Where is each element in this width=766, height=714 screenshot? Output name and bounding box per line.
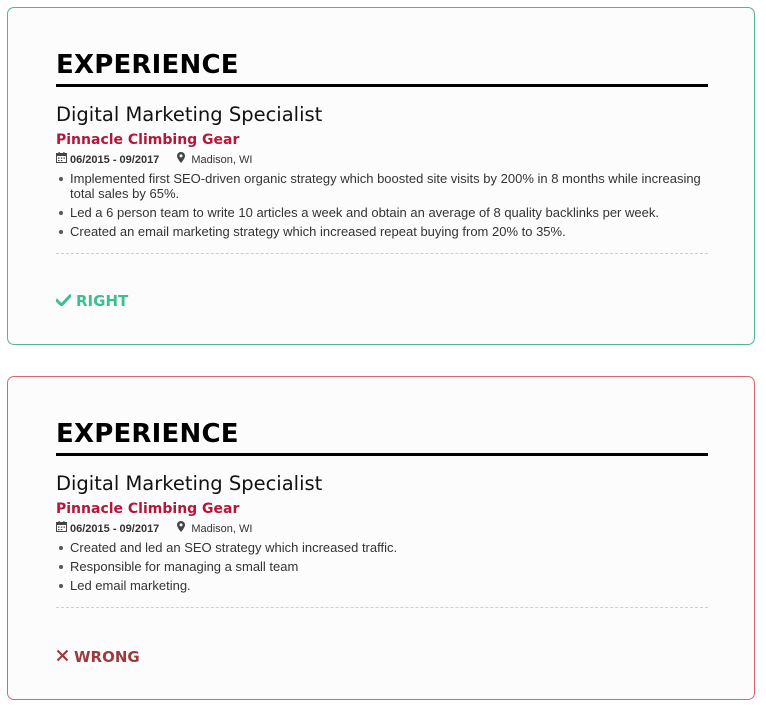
section-title: EXPERIENCE [56, 417, 708, 456]
x-icon [56, 648, 74, 666]
job-title: Digital Marketing Specialist [56, 103, 323, 126]
calendar-icon [56, 521, 67, 536]
section-title: EXPERIENCE [56, 48, 708, 87]
divider [56, 607, 708, 608]
job-dates: 06/2015 - 09/2017 [70, 153, 160, 166]
job-meta: 06/2015 - 09/2017 Madison, WI [56, 152, 708, 167]
map-pin-icon [177, 152, 186, 167]
verdict-right: RIGHT [54, 292, 129, 310]
company-name: Pinnacle Climbing Gear [56, 132, 240, 148]
job-location: Madison, WI [191, 153, 253, 166]
job-meta: 06/2015 - 09/2017 Madison, WI [56, 521, 708, 536]
job-dates: 06/2015 - 09/2017 [70, 522, 160, 535]
job-location: Madison, WI [191, 522, 253, 535]
experience-section: EXPERIENCE Digital Marketing Specialist … [56, 48, 708, 254]
achievement-list: Created and led an SEO strategy which in… [56, 540, 708, 593]
calendar-icon [56, 152, 67, 167]
achievement-list: Implemented first SEO-driven organic str… [56, 171, 708, 239]
verdict-wrong: WRONG [56, 648, 140, 666]
check-icon [54, 292, 76, 310]
list-item: Led email marketing. [56, 578, 708, 593]
map-pin-icon [177, 521, 186, 536]
verdict-label: RIGHT [76, 292, 129, 310]
list-item: Implemented first SEO-driven organic str… [56, 171, 708, 201]
wrong-example-card: EXPERIENCE Digital Marketing Specialist … [7, 376, 755, 700]
list-item: Led a 6 person team to write 10 articles… [56, 205, 708, 220]
divider [56, 253, 708, 254]
list-item: Created and led an SEO strategy which in… [56, 540, 708, 555]
company-name: Pinnacle Climbing Gear [56, 501, 240, 517]
right-example-card: EXPERIENCE Digital Marketing Specialist … [7, 7, 755, 345]
verdict-label: WRONG [74, 648, 140, 666]
job-title: Digital Marketing Specialist [56, 472, 323, 495]
list-item: Created an email marketing strategy whic… [56, 224, 708, 239]
list-item: Responsible for managing a small team [56, 559, 708, 574]
experience-section: EXPERIENCE Digital Marketing Specialist … [56, 417, 708, 608]
